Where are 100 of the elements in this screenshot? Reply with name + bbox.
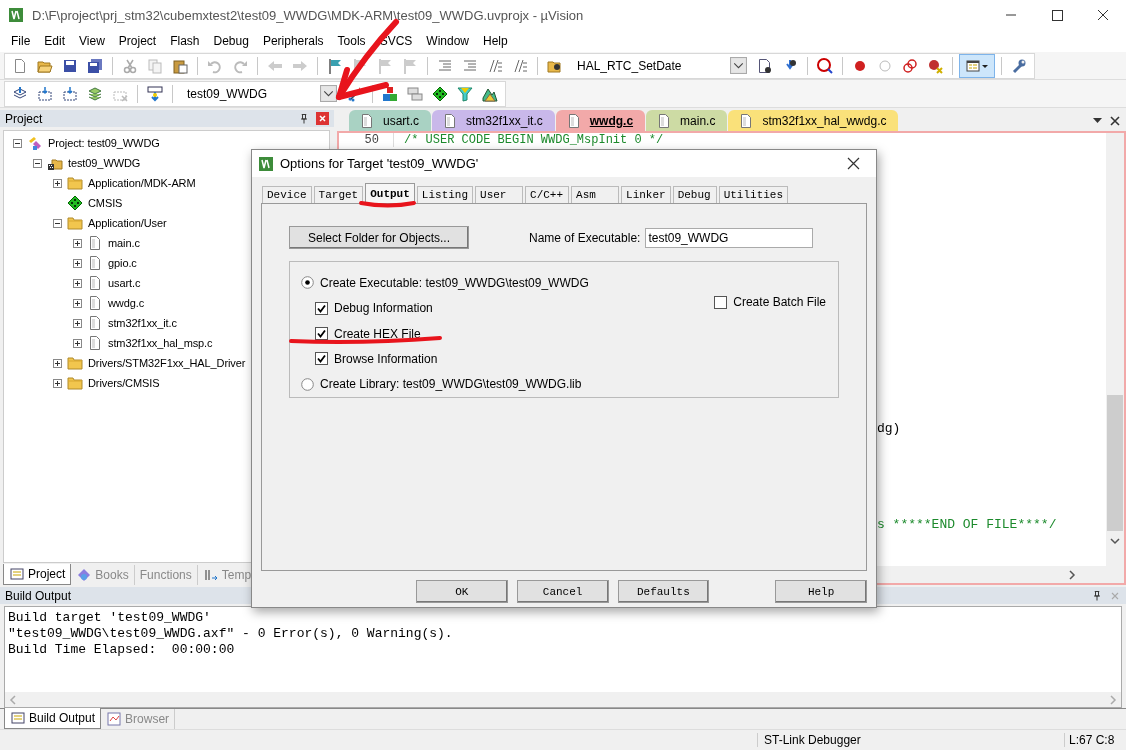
expand-toggle[interactable]: [73, 258, 82, 268]
batch-build-icon[interactable]: [87, 85, 103, 102]
uncomment-icon[interactable]: [512, 57, 528, 74]
file-icon: [87, 275, 103, 291]
menu-item[interactable]: Project: [111, 34, 164, 48]
rebuild-icon[interactable]: [62, 85, 78, 102]
file-tab[interactable]: stm32f1xx_hal_wwdg.c: [728, 110, 899, 131]
app-logo-icon: [258, 155, 274, 172]
radio-button[interactable]: [301, 377, 314, 391]
dialog-button[interactable]: Defaults: [617, 580, 710, 603]
dialog-tab[interactable]: Utilities: [718, 186, 789, 203]
panel-tab[interactable]: Build Output: [4, 708, 102, 729]
folder-icon: [67, 375, 83, 391]
close-icon[interactable]: [1110, 115, 1120, 126]
dialog-tab[interactable]: Asm: [571, 186, 620, 203]
expand-toggle[interactable]: [73, 298, 82, 308]
scrollbar-thumb[interactable]: [1107, 395, 1123, 531]
menu-item[interactable]: View: [72, 34, 112, 48]
window-layout-icon[interactable]: [965, 57, 981, 74]
dialog-tab[interactable]: Listing: [416, 186, 474, 203]
panel-tab[interactable]: Project: [3, 564, 72, 585]
expand-toggle[interactable]: [53, 178, 62, 188]
scroll-right-icon[interactable]: [1068, 569, 1076, 580]
file-tab[interactable]: stm32f1xx_it.c: [432, 110, 555, 131]
collapse-toggle[interactable]: [13, 138, 22, 148]
expand-toggle[interactable]: [53, 378, 62, 388]
dialog-tab[interactable]: C/C++: [525, 186, 570, 203]
file-tab[interactable]: main.c: [646, 110, 728, 131]
collapse-toggle[interactable]: [33, 158, 42, 168]
file-tab[interactable]: wwdg.c: [555, 110, 646, 131]
tree-item[interactable]: Drivers/STM32F1xx_HAL_Driver: [88, 357, 246, 369]
checkbox[interactable]: [714, 295, 728, 309]
tree-item[interactable]: Project: test09_WWDG: [48, 137, 160, 149]
tree-item[interactable]: CMSIS: [88, 197, 123, 209]
tree-item[interactable]: usart.c: [108, 277, 141, 289]
dialog-tab[interactable]: Linker: [621, 186, 671, 203]
dialog-button[interactable]: OK: [416, 580, 508, 603]
expand-toggle[interactable]: [73, 318, 82, 328]
target-options-icon[interactable]: [347, 85, 363, 102]
menu-item[interactable]: Flash: [163, 34, 207, 48]
menu-item[interactable]: Debug: [206, 34, 256, 48]
save-icon[interactable]: [62, 57, 78, 74]
menu-item[interactable]: Window: [419, 34, 476, 48]
dialog-title: Options for Target 'test09_WWDG': [280, 156, 480, 171]
build-icon[interactable]: [37, 85, 53, 102]
expand-toggle[interactable]: [73, 238, 82, 248]
dialog-tab[interactable]: Debug: [672, 186, 717, 203]
file-tab[interactable]: usart.c: [349, 110, 431, 131]
tree-item[interactable]: Application/MDK-ARM: [88, 177, 196, 189]
tree-item[interactable]: gpio.c: [108, 257, 137, 269]
tree-item[interactable]: wwdg.c: [108, 297, 145, 309]
expand-toggle[interactable]: [53, 358, 62, 368]
breakpoints-icon[interactable]: [902, 57, 918, 74]
radio-button[interactable]: [301, 276, 314, 290]
debug-icon[interactable]: [817, 57, 833, 74]
funnel-icon[interactable]: [457, 85, 473, 102]
comment-icon[interactable]: [487, 57, 503, 74]
file-icon: [87, 235, 103, 251]
dialog-button[interactable]: Help: [775, 580, 867, 603]
checkbox[interactable]: [315, 327, 328, 340]
menu-item[interactable]: Tools: [330, 34, 373, 48]
save-all-icon[interactable]: [87, 57, 103, 74]
expand-toggle[interactable]: [73, 338, 82, 348]
select-folder-button[interactable]: Select Folder for Objects...: [289, 226, 469, 249]
menu-item[interactable]: Help: [476, 34, 515, 48]
wrench-icon[interactable]: [1011, 57, 1027, 74]
expand-toggle[interactable]: [73, 278, 82, 288]
dialog-button[interactable]: Cancel: [516, 580, 609, 603]
dialog-tab[interactable]: Device: [262, 186, 312, 203]
function-combo-text[interactable]: HAL_RTC_SetDate: [577, 58, 682, 73]
components-icon[interactable]: [382, 85, 398, 102]
download-icon[interactable]: [147, 85, 163, 102]
tree-item[interactable]: Application/User: [88, 217, 167, 229]
bookmark-flag-icon[interactable]: [327, 57, 343, 74]
tree-item[interactable]: test09_WWDG: [68, 157, 141, 169]
file-icon: [442, 112, 458, 129]
checkbox[interactable]: [315, 352, 328, 366]
find-icon[interactable]: [757, 57, 773, 74]
menu-item[interactable]: Peripherals: [255, 34, 331, 48]
target-combo-text[interactable]: test09_WWDG: [187, 86, 267, 101]
diamond-icon[interactable]: [432, 85, 448, 102]
executable-name-field[interactable]: test09_WWDG: [645, 227, 814, 248]
dialog-tab[interactable]: User: [475, 186, 524, 203]
menu-item[interactable]: Edit: [37, 34, 73, 48]
tree-item[interactable]: main.c: [108, 237, 140, 249]
new-file-icon[interactable]: [12, 57, 28, 74]
folder-icon: [67, 215, 83, 231]
stack-icon[interactable]: [407, 85, 423, 102]
checkbox[interactable]: [315, 301, 328, 315]
dropdown-arrow-icon[interactable]: [1093, 116, 1102, 125]
dialog-tab[interactable]: Target: [313, 186, 364, 203]
tree-item[interactable]: stm32f1xx_it.c: [108, 317, 177, 329]
kill-breakpoints-icon[interactable]: [927, 57, 943, 74]
scroll-down-icon[interactable]: [1110, 537, 1120, 545]
menu-item[interactable]: File: [4, 34, 38, 48]
tree-item[interactable]: stm32f1xx_hal_msp.c: [108, 337, 213, 349]
tree-item[interactable]: Drivers/CMSIS: [88, 377, 160, 389]
paste-icon[interactable]: [172, 57, 188, 74]
dialog-tab[interactable]: Output: [365, 183, 415, 203]
collapse-toggle[interactable]: [53, 218, 62, 228]
